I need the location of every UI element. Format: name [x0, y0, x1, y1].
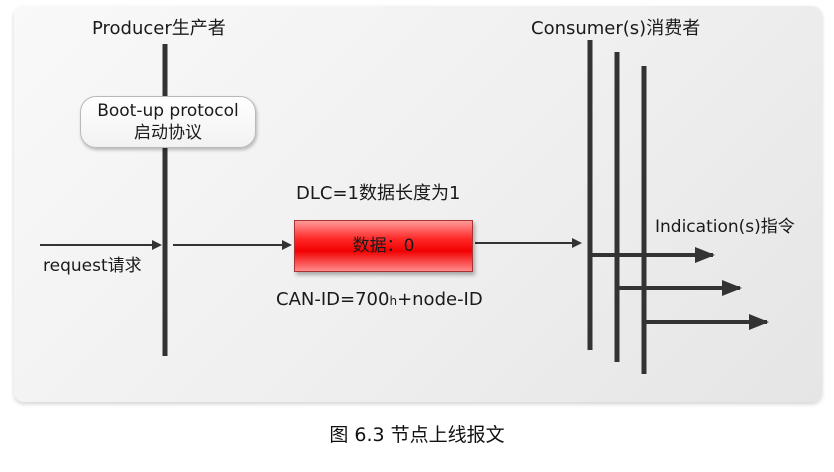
figure-caption: 图 6.3 节点上线报文	[329, 424, 505, 446]
producer-title: Producer生产者	[92, 18, 226, 39]
bootup-protocol-box: Boot-up protocol 启动协议	[80, 96, 256, 148]
consumer-title: Consumer(s)消费者	[531, 18, 701, 39]
data-box: 数据：0	[294, 220, 473, 272]
can-id-subscript: h	[389, 294, 398, 308]
request-label: request请求	[43, 256, 142, 276]
bootup-label-en: Boot-up protocol	[97, 101, 239, 121]
bootup-label-cn: 启动协议	[134, 123, 202, 143]
data-value: 数据：0	[352, 236, 415, 256]
can-id-label: CAN-ID=700h+node-ID	[276, 290, 483, 311]
can-id-prefix: CAN-ID=700	[276, 289, 390, 310]
dlc-label: DLC=1数据长度为1	[296, 183, 461, 204]
indication-label: Indication(s)指令	[655, 217, 795, 237]
can-id-suffix: +node-ID	[397, 289, 483, 310]
